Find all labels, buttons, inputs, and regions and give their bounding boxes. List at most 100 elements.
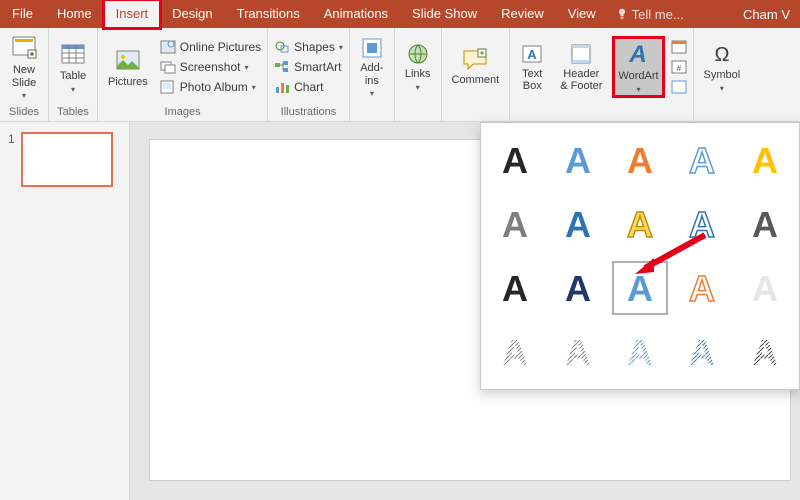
slide-thumbnail-1[interactable]: 1 <box>8 132 121 187</box>
group-images: Pictures Online Pictures Screenshot ▾ Ph… <box>98 28 268 121</box>
slide-number: 1 <box>8 132 15 187</box>
group-label-addins <box>356 104 388 121</box>
wordart-style-15[interactable]: A <box>487 325 543 379</box>
tab-slideshow[interactable]: Slide Show <box>400 0 489 28</box>
wordart-style-14[interactable]: A <box>737 261 793 315</box>
svg-text:#: # <box>676 64 681 73</box>
wordart-style-18[interactable]: A <box>674 325 730 379</box>
wordart-style-1[interactable]: A <box>549 133 605 187</box>
table-label: Table <box>60 70 86 82</box>
wordart-style-16[interactable]: A <box>549 325 605 379</box>
wordart-style-5[interactable]: A <box>487 197 543 251</box>
text-box-icon: A <box>520 42 544 66</box>
chevron-down-icon: ▾ <box>720 84 724 93</box>
svg-text:A: A <box>502 140 528 181</box>
group-label-links <box>401 104 435 121</box>
table-icon <box>59 40 87 68</box>
tab-design[interactable]: Design <box>160 0 224 28</box>
ribbon-insert: New Slide ▾ Slides Table ▾ Tables Pictur… <box>0 28 800 122</box>
group-symbols: Ω Symbol ▾ <box>693 28 751 121</box>
pictures-button[interactable]: Pictures <box>104 44 152 90</box>
svg-text:A: A <box>689 140 715 181</box>
smartart-button[interactable]: SmartArt <box>274 59 343 75</box>
group-addins: Add- ins ▾ <box>350 28 395 121</box>
date-time-icon[interactable] <box>671 40 687 54</box>
svg-text:A: A <box>752 140 778 181</box>
wordart-style-6[interactable]: A <box>549 197 605 251</box>
account-name[interactable]: Cham V <box>733 7 800 22</box>
chevron-down-icon: ▾ <box>71 85 75 94</box>
wordart-style-11[interactable]: A <box>549 261 605 315</box>
group-slides: New Slide ▾ Slides <box>0 28 49 121</box>
new-slide-button[interactable]: New Slide ▾ <box>6 32 42 101</box>
symbol-button[interactable]: Ω Symbol ▾ <box>700 39 745 94</box>
group-label-text <box>516 104 686 121</box>
text-box-label: Text Box <box>522 68 542 92</box>
wordart-style-0[interactable]: A <box>487 133 543 187</box>
online-pictures-icon <box>160 39 176 55</box>
group-comments: Comment <box>442 28 511 121</box>
wordart-style-3[interactable]: A <box>674 133 730 187</box>
addins-label: Add- ins <box>360 62 383 86</box>
tab-file[interactable]: File <box>0 0 45 28</box>
tell-me-label: Tell me... <box>632 7 684 22</box>
svg-text:A: A <box>752 268 778 309</box>
svg-text:A: A <box>627 140 653 181</box>
links-button[interactable]: Links ▾ <box>401 40 435 93</box>
photo-album-button[interactable]: Photo Album ▾ <box>160 79 261 95</box>
pictures-icon <box>114 46 142 74</box>
wordart-style-17[interactable]: A <box>612 325 668 379</box>
svg-text:A: A <box>502 204 528 245</box>
chart-button[interactable]: Chart <box>274 79 343 95</box>
tab-insert[interactable]: Insert <box>104 0 161 28</box>
svg-text:A: A <box>565 268 591 309</box>
tell-me-search[interactable]: Tell me... <box>616 7 684 22</box>
wordart-label: WordArt <box>618 70 658 82</box>
slide-thumbnails-panel: 1 <box>0 122 130 500</box>
pictures-label: Pictures <box>108 76 148 88</box>
group-label-symbols <box>700 104 745 121</box>
screenshot-icon <box>160 59 176 75</box>
group-links: Links ▾ <box>395 28 442 121</box>
slide-number-icon[interactable]: # <box>671 60 687 74</box>
screenshot-label: Screenshot <box>180 60 241 74</box>
screenshot-button[interactable]: Screenshot ▾ <box>160 59 261 75</box>
links-icon <box>406 42 430 66</box>
object-icon[interactable] <box>671 80 687 94</box>
tab-transitions[interactable]: Transitions <box>225 0 312 28</box>
new-slide-icon <box>10 34 38 62</box>
tab-animations[interactable]: Animations <box>312 0 400 28</box>
svg-text:A: A <box>565 204 591 245</box>
wordart-style-19[interactable]: A <box>737 325 793 379</box>
wordart-style-9[interactable]: A <box>737 197 793 251</box>
chevron-down-icon: ▾ <box>252 83 256 92</box>
addins-button[interactable]: Add- ins ▾ <box>356 34 388 99</box>
group-label-images: Images <box>104 104 261 121</box>
svg-text:A: A <box>627 332 653 373</box>
wordart-style-2[interactable]: A <box>612 133 668 187</box>
comment-button[interactable]: Comment <box>448 46 504 88</box>
tab-home[interactable]: Home <box>45 0 104 28</box>
chevron-down-icon: ▾ <box>636 85 640 94</box>
chevron-down-icon: ▾ <box>416 83 420 92</box>
tab-view[interactable]: View <box>556 0 608 28</box>
svg-text:A: A <box>752 204 778 245</box>
group-text: A Text Box Header & Footer A WordArt ▾ # <box>510 28 692 121</box>
group-label-comments <box>448 104 504 121</box>
chevron-down-icon: ▾ <box>22 91 26 100</box>
addins-icon <box>360 36 384 60</box>
online-pictures-button[interactable]: Online Pictures <box>160 39 261 55</box>
shapes-button[interactable]: Shapes ▾ <box>274 39 343 55</box>
annotation-arrow <box>630 230 710 280</box>
tab-review[interactable]: Review <box>489 0 556 28</box>
group-label-slides: Slides <box>6 104 42 121</box>
text-box-button[interactable]: A Text Box <box>516 40 548 94</box>
wordart-button[interactable]: A WordArt ▾ <box>614 38 662 95</box>
shapes-label: Shapes <box>294 40 335 54</box>
header-footer-button[interactable]: Header & Footer <box>556 40 606 94</box>
wordart-style-10[interactable]: A <box>487 261 543 315</box>
chart-label: Chart <box>294 80 323 94</box>
comment-label: Comment <box>452 74 500 86</box>
wordart-style-4[interactable]: A <box>737 133 793 187</box>
table-button[interactable]: Table ▾ <box>55 38 91 95</box>
